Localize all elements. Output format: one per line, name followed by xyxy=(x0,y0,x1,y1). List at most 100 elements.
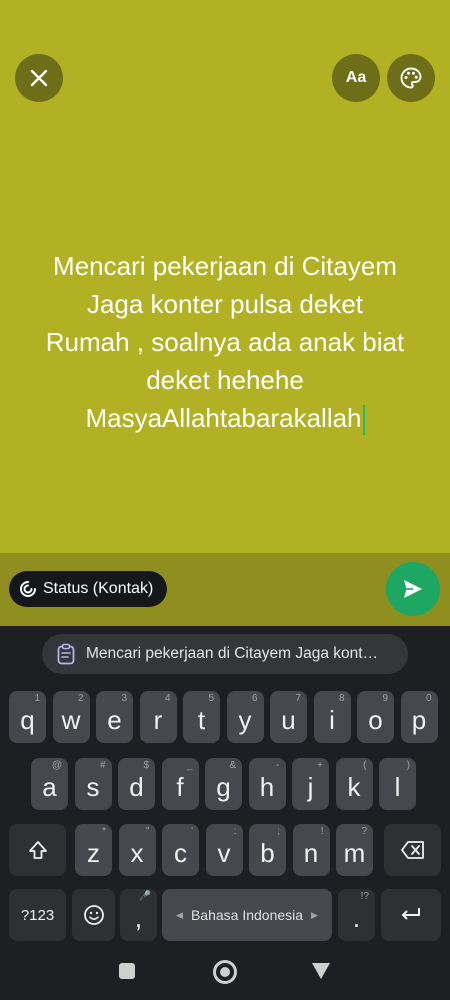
key-v[interactable]: :v xyxy=(205,824,243,876)
palette-icon xyxy=(400,67,422,89)
color-palette-button[interactable] xyxy=(387,54,435,102)
comma-key-label: , xyxy=(134,902,143,933)
key-label: i xyxy=(329,704,335,735)
key-d[interactable]: $ d xyxy=(118,758,155,810)
key-label: a xyxy=(42,771,57,802)
recents-icon[interactable] xyxy=(119,963,135,979)
send-icon xyxy=(404,580,422,598)
key-hint: 3 xyxy=(121,693,127,704)
key-label: x xyxy=(130,837,144,868)
clipboard-icon xyxy=(57,643,75,665)
backspace-icon xyxy=(400,841,424,859)
key-f[interactable]: _ f xyxy=(161,758,199,810)
home-icon[interactable] xyxy=(213,960,237,984)
key-hint: ) xyxy=(406,760,410,771)
language-next-arrow: ▶ xyxy=(311,909,318,920)
font-style-label: Aa xyxy=(345,69,367,86)
key-z[interactable]: * z xyxy=(75,824,112,876)
key-label: f xyxy=(176,771,184,802)
backspace-key[interactable] xyxy=(384,824,441,876)
enter-key[interactable] xyxy=(381,889,441,941)
status-ring-icon xyxy=(20,581,36,597)
key-hint: 1 xyxy=(34,693,40,704)
status-text-line: Jaga konter pulsa deket xyxy=(86,289,364,319)
key-hint: ( xyxy=(363,760,367,771)
key-label: q xyxy=(20,704,35,735)
status-audience-label: Status (Kontak) xyxy=(43,580,154,597)
key-h[interactable]: -h xyxy=(248,758,286,810)
key-hint: 5 xyxy=(208,693,214,704)
key-m[interactable]: ? m xyxy=(336,824,373,876)
key-e[interactable]: 3e xyxy=(96,691,133,743)
back-icon[interactable] xyxy=(312,963,330,979)
emoji-key[interactable] xyxy=(72,889,115,941)
emoji-icon xyxy=(83,905,104,925)
symbols-key[interactable]: ?123 xyxy=(9,889,66,941)
key-label: s xyxy=(86,771,100,802)
key-label: c xyxy=(174,837,187,868)
shift-key[interactable] xyxy=(9,824,66,876)
key-r[interactable]: 4r xyxy=(139,691,177,743)
key-hint: 2 xyxy=(77,693,84,704)
key-a[interactable]: @ a xyxy=(31,758,68,810)
close-button[interactable] xyxy=(15,54,63,102)
key-hint: + xyxy=(317,760,323,771)
key-label: w xyxy=(61,704,81,735)
language-prev-arrow: ◀ xyxy=(176,909,183,920)
key-q[interactable]: 1q xyxy=(9,691,46,743)
key-c[interactable]: ' c xyxy=(162,824,199,876)
text-caret xyxy=(362,405,365,436)
key-hint: 9 xyxy=(382,693,388,704)
key-i[interactable]: 8i xyxy=(313,691,351,743)
key-j[interactable]: + j xyxy=(292,758,329,810)
key-p[interactable]: 0p xyxy=(400,691,438,743)
key-label: l xyxy=(394,771,401,802)
key-label: h xyxy=(259,771,275,802)
period-hint: !? xyxy=(360,891,369,902)
status-text-last: MasyaAllahtabarakallah xyxy=(85,403,362,433)
enter-icon xyxy=(401,908,420,920)
status-text-line: Mencari pekerjaan di Citayem xyxy=(53,251,397,281)
key-hint: _ xyxy=(186,760,193,771)
key-o[interactable]: 9o xyxy=(357,691,394,743)
key-k[interactable]: (k xyxy=(335,758,373,810)
close-icon xyxy=(30,69,48,87)
key-hint: 4 xyxy=(164,693,171,704)
key-label: j xyxy=(307,771,314,802)
status-text-input[interactable]: Mencari pekerjaan di Citayem Jaga konter… xyxy=(30,247,420,437)
key-label: t xyxy=(197,704,206,735)
key-label: y xyxy=(238,704,252,735)
key-hint: " xyxy=(145,826,150,837)
shift-icon xyxy=(28,841,47,859)
key-x[interactable]: " x xyxy=(118,824,156,876)
key-n[interactable]: ! n xyxy=(292,824,330,876)
key-hint: ! xyxy=(320,826,324,837)
key-y[interactable]: 6y xyxy=(226,691,264,743)
key-label: d xyxy=(129,771,144,802)
key-label: b xyxy=(260,837,275,868)
space-key[interactable]: ◀ Bahasa Indonesia ▶ xyxy=(162,889,332,941)
key-l[interactable]: ) l xyxy=(379,758,416,810)
key-label: o xyxy=(368,704,383,735)
space-key-label: Bahasa Indonesia xyxy=(190,907,304,923)
comma-key[interactable]: 🎤 , xyxy=(120,889,157,941)
key-w[interactable]: 2w xyxy=(52,691,90,743)
clipboard-suggestion[interactable]: Mencari pekerjaan di Citayem Jaga kont… xyxy=(42,634,408,674)
send-button[interactable] xyxy=(386,562,440,616)
clipboard-suggestion-text: Mencari pekerjaan di Citayem Jaga kont… xyxy=(86,645,379,662)
symbols-key-label: ?123 xyxy=(20,906,55,924)
key-label: m xyxy=(343,837,366,868)
status-audience-button[interactable]: Status (Kontak) xyxy=(9,571,168,607)
period-key[interactable]: !? . xyxy=(338,889,375,941)
key-s[interactable]: # s xyxy=(74,758,112,810)
whatsapp-text-status-composer: Aa Mencari pekerjaan di Citayem Jaga kon… xyxy=(0,0,450,1000)
key-g[interactable]: & g xyxy=(205,758,242,810)
status-text-line: deket hehehe xyxy=(146,365,304,395)
key-hint: $ xyxy=(143,760,149,771)
key-hint: 0 xyxy=(425,693,432,704)
key-u[interactable]: 7u xyxy=(270,691,307,743)
key-t[interactable]: 5t xyxy=(183,691,220,743)
font-style-button[interactable]: Aa xyxy=(332,54,380,102)
key-b[interactable]: ; b xyxy=(249,824,286,876)
key-hint: : xyxy=(233,826,237,837)
